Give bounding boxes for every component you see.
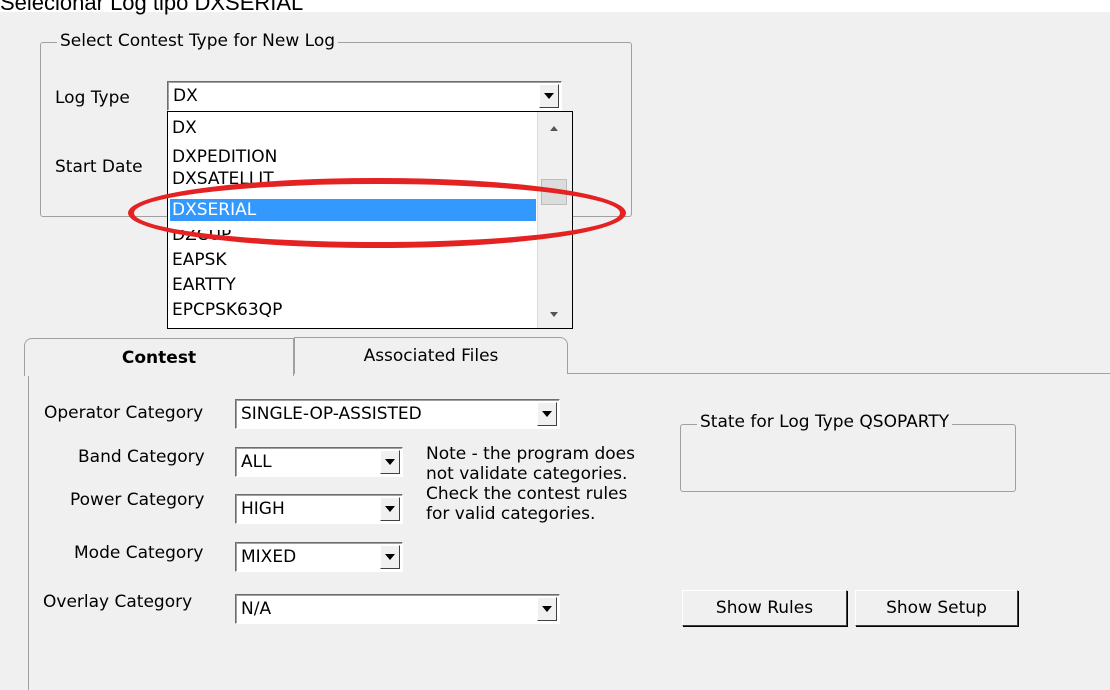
- show-setup-button[interactable]: Show Setup: [855, 590, 1018, 626]
- power-category-dropdown-button[interactable]: [380, 497, 400, 521]
- dropdown-item-eapsk[interactable]: EAPSK: [172, 249, 227, 271]
- operator-category-label: Operator Category: [44, 403, 204, 423]
- chevron-down-icon: [385, 459, 395, 465]
- log-type-dropdown-list[interactable]: DX DXPEDITION DXSATELLIT DXSERIAL DZCUP …: [167, 111, 573, 329]
- chevron-down-icon: [542, 411, 552, 417]
- chevron-down-icon: [544, 93, 554, 99]
- categories-note: Note - the program does not validate cat…: [426, 444, 635, 524]
- operator-category-dropdown-button[interactable]: [537, 402, 557, 426]
- power-category-label: Power Category: [70, 490, 205, 510]
- power-category-value: HIGH: [241, 499, 285, 519]
- tab-associated-files[interactable]: Associated Files: [294, 337, 568, 374]
- mode-category-dropdown-button[interactable]: [380, 545, 400, 569]
- scroll-up-icon[interactable]: [550, 126, 558, 131]
- dropdown-item-eartty[interactable]: EARTTY: [172, 274, 236, 296]
- band-category-dropdown-button[interactable]: [380, 450, 400, 474]
- log-type-dropdown-button[interactable]: [539, 84, 559, 108]
- log-type-label: Log Type: [55, 88, 130, 108]
- overlay-category-combo[interactable]: N/A: [235, 594, 560, 624]
- tab-contest[interactable]: Contest: [24, 338, 294, 376]
- scrollbar-thumb[interactable]: [541, 179, 567, 205]
- dropdown-item-dxsatellit[interactable]: DXSATELLIT: [172, 170, 274, 184]
- log-type-value: DX: [173, 86, 198, 106]
- band-category-value: ALL: [241, 452, 272, 472]
- dropdown-item-dx[interactable]: DX: [172, 117, 197, 139]
- dropdown-item-epcpsk63qp[interactable]: EPCPSK63QP: [172, 299, 282, 321]
- power-category-combo[interactable]: HIGH: [235, 494, 403, 524]
- band-category-combo[interactable]: ALL: [235, 447, 403, 477]
- overlay-category-value: N/A: [241, 599, 272, 619]
- dropdown-item-dzcup[interactable]: DZCUP: [172, 230, 231, 244]
- chevron-down-icon: [385, 554, 395, 560]
- show-rules-button[interactable]: Show Rules: [682, 590, 847, 626]
- overlay-category-dropdown-button[interactable]: [537, 597, 557, 621]
- dropdown-item-dxpedition[interactable]: DXPEDITION: [172, 146, 277, 168]
- mode-category-label: Mode Category: [74, 543, 204, 563]
- new-log-group-title: Select Contest Type for New Log: [57, 31, 339, 51]
- state-groupbox: [680, 424, 1016, 492]
- dropdown-scrollbar[interactable]: [537, 112, 572, 328]
- chevron-down-icon: [385, 506, 395, 512]
- scroll-down-icon[interactable]: [550, 312, 558, 317]
- mode-category-value: MIXED: [241, 547, 297, 567]
- chevron-down-icon: [542, 606, 552, 612]
- mode-category-combo[interactable]: MIXED: [235, 542, 403, 572]
- operator-category-combo[interactable]: SINGLE-OP-ASSISTED: [235, 399, 560, 429]
- caption-text: Selecionar Log tipo DXSERIAL: [0, 0, 304, 15]
- overlay-category-label: Overlay Category: [43, 592, 193, 612]
- state-group-title: State for Log Type QSOPARTY: [697, 412, 953, 432]
- band-category-label: Band Category: [78, 447, 205, 467]
- operator-category-value: SINGLE-OP-ASSISTED: [241, 404, 422, 424]
- dropdown-item-dxserial[interactable]: DXSERIAL: [170, 199, 536, 221]
- log-type-combo[interactable]: DX: [167, 81, 562, 111]
- start-date-label: Start Date: [55, 157, 143, 177]
